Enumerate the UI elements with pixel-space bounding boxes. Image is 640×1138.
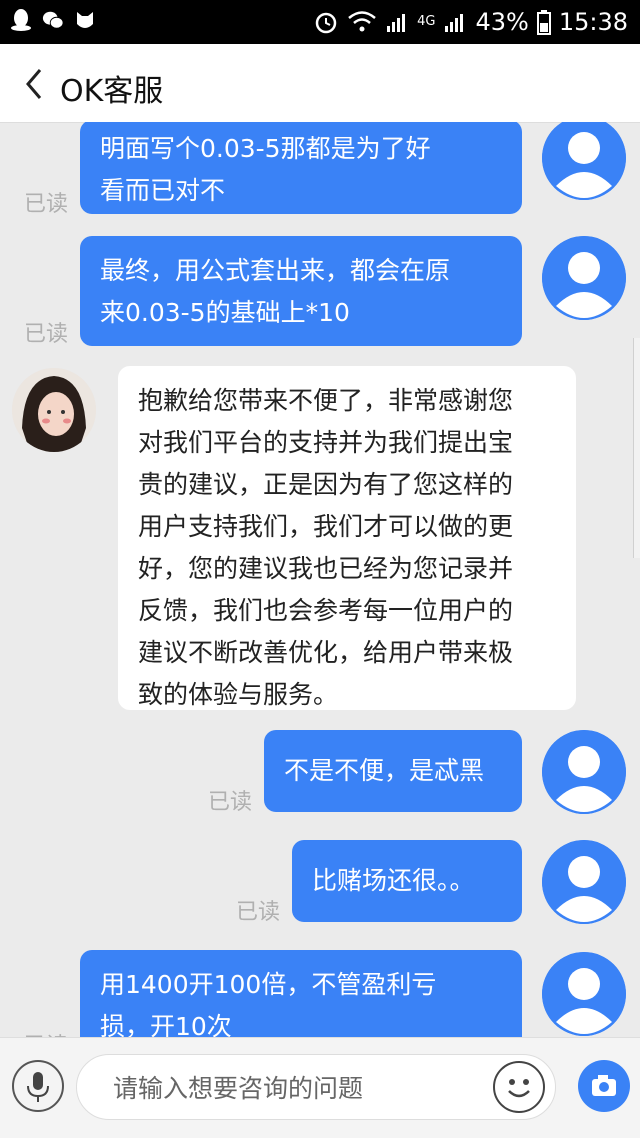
message-bubble-outgoing[interactable]: 最终，用公式套出来，都会在原 来0.03-5的基础上*10 [80,236,522,346]
battery-percent: 43% [475,8,529,36]
message-list[interactable]: 明面写个0.03-5那都是为了好 看而已对不 已读 最终，用公式套出来，都会在原… [0,122,640,1037]
message-line: 来0.03-5的基础上*10 [100,298,350,327]
voice-button[interactable] [12,1060,64,1112]
user-avatar[interactable] [542,730,626,814]
qq-icon [11,9,31,31]
message-line: 用户支持我们，我们才可以做的更 [138,512,514,541]
input-placeholder: 请输入想要咨询的问题 [113,1074,364,1103]
input-bar: 请输入想要咨询的问题 [0,1037,640,1138]
signal-icon-2 [445,14,464,32]
message-line: 对我们平台的支持并为我们提出宝 [138,428,514,457]
read-status: 已读 [236,900,281,925]
message-line: 看而已对不 [100,176,226,205]
message-line: 反馈，我们也会参考每一位用户的 [138,596,514,625]
message-line: 建议不断改善优化，给用户带来极 [138,638,514,667]
read-status: 已读 [24,192,69,217]
smiley-icon [508,1079,530,1098]
wifi-icon [348,11,376,32]
message-line: 用1400开100倍，不管盈利亏 [100,970,437,999]
message-bubble-outgoing[interactable]: 用1400开100倍，不管盈利亏 损，开10次 [80,950,522,1037]
user-avatar[interactable] [542,840,626,924]
message-line: 损，开10次 [100,1012,232,1037]
message-line: 不是不便，是忒黑 [284,756,485,785]
microphone-icon [27,1072,49,1102]
read-status: 已读 [24,1028,68,1037]
message-bubble-incoming[interactable]: 抱歉给您带来不便了，非常感谢您 对我们平台的支持并为我们提出宝 贵的建议，正是因… [118,366,576,710]
alarm-icon [315,12,337,34]
user-avatar[interactable] [542,236,626,320]
wechat-icon [42,11,64,29]
message-line: 好，您的建议我也已经为您记录并 [138,554,514,583]
message-line: 抱歉给您带来不便了，非常感谢您 [138,386,514,415]
chat-header: OK客服 [0,44,640,123]
read-status: 已读 [208,790,253,815]
camera-button[interactable] [578,1060,630,1112]
battery-icon [536,10,551,35]
message-bubble-outgoing[interactable]: 不是不便，是忒黑 [264,730,522,812]
back-arrow-icon[interactable] [20,64,50,104]
camera-icon [592,1075,616,1096]
agent-avatar[interactable] [12,368,96,452]
message-line: 比赌场还很。。 [312,866,475,895]
signal-icon [387,14,406,32]
message-input[interactable]: 请输入想要咨询的问题 [76,1054,556,1120]
user-avatar[interactable] [542,122,626,200]
system-indicators: 4G 43% 15:38 [313,6,628,38]
page-title: OK客服 [60,74,164,109]
app-notification-icon [77,12,93,28]
scroll-edge [633,338,640,558]
message-bubble-outgoing[interactable]: 明面写个0.03-5那都是为了好 看而已对不 [80,122,522,214]
emoji-button[interactable] [493,1061,545,1113]
user-avatar[interactable] [542,952,626,1036]
message-line: 贵的建议，正是因为有了您这样的 [138,470,514,499]
message-line: 明面写个0.03-5那都是为了好 [100,134,431,163]
status-bar: 4G 43% 15:38 [0,0,640,44]
clock: 15:38 [558,8,628,36]
message-line: 最终，用公式套出来，都会在原 [100,256,451,285]
read-status: 已读 [24,322,69,347]
message-line: 致的体验与服务。 [138,680,339,709]
notification-icons [10,8,96,32]
network-type: 4G [417,14,436,29]
message-bubble-outgoing[interactable]: 比赌场还很。。 [292,840,522,922]
